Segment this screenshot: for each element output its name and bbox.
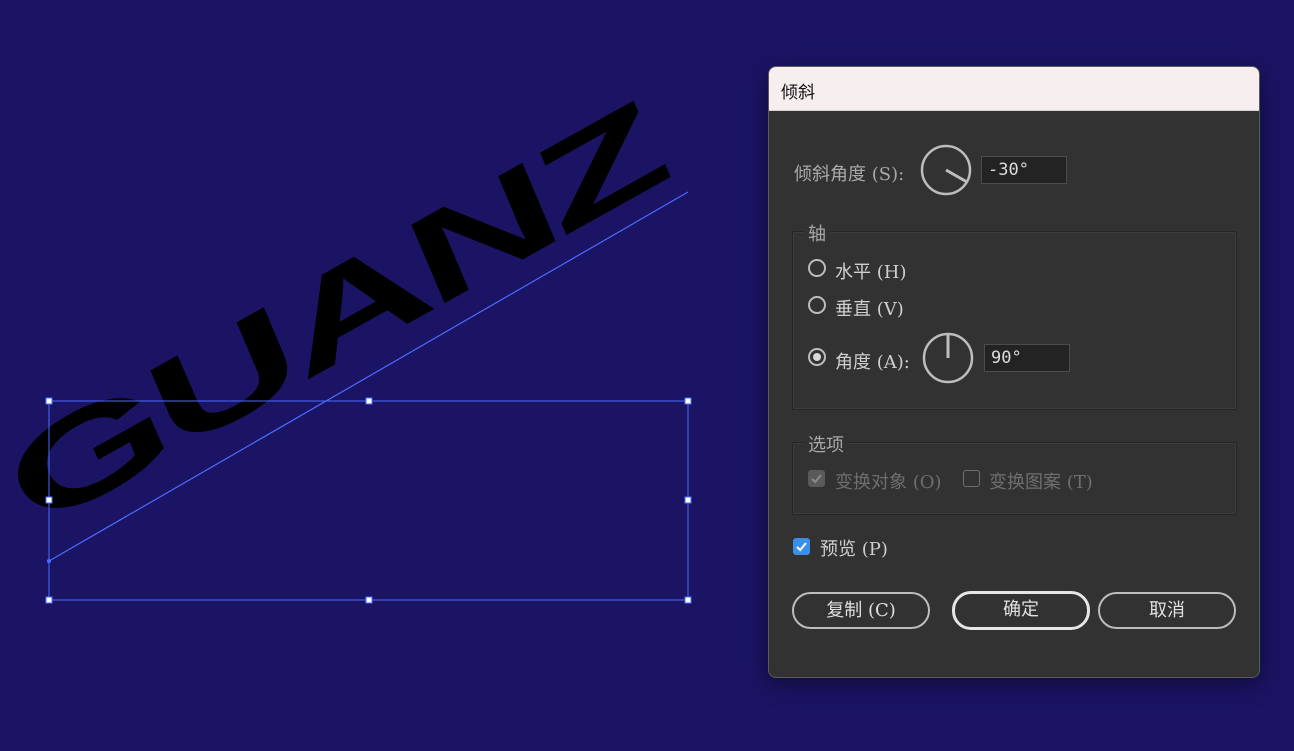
baseline-anchor-point xyxy=(47,559,51,563)
options-group-legend: 选项 xyxy=(804,431,848,457)
handle-middle-right xyxy=(684,496,692,504)
sheared-text-object[interactable]: GUANZ xyxy=(0,80,711,548)
transform-patterns-checkbox[interactable] xyxy=(963,470,980,487)
axis-angle-radio[interactable] xyxy=(808,348,826,366)
ok-button[interactable]: 确定 xyxy=(952,591,1090,630)
preview-checkbox[interactable] xyxy=(793,538,810,555)
handle-bottom-right xyxy=(684,596,692,604)
artwork-text: GUANZ xyxy=(0,80,711,548)
artwork[interactable]: GUANZ xyxy=(0,0,760,751)
handle-bottom-left xyxy=(45,596,53,604)
transform-objects-checkbox[interactable] xyxy=(808,470,825,487)
handle-middle-left xyxy=(45,496,53,504)
axis-vertical-label[interactable]: 垂直 (V) xyxy=(835,295,904,321)
axis-horizontal-label[interactable]: 水平 (H) xyxy=(835,258,906,284)
handle-top-middle xyxy=(365,397,373,405)
copy-button[interactable]: 复制 (C) xyxy=(792,592,930,629)
checkmark-icon xyxy=(811,474,822,484)
axis-group-legend: 轴 xyxy=(804,220,830,246)
shear-angle-dial[interactable] xyxy=(920,144,972,196)
axis-angle-label[interactable]: 角度 (A): xyxy=(835,348,910,374)
axis-angle-dial[interactable] xyxy=(922,332,974,384)
axis-vertical-radio[interactable] xyxy=(808,296,826,314)
dialog-titlebar[interactable]: 倾斜 xyxy=(769,67,1259,111)
preview-label[interactable]: 预览 (P) xyxy=(820,535,888,561)
axis-angle-input[interactable]: 90° xyxy=(984,344,1070,372)
shear-angle-input[interactable]: -30° xyxy=(981,156,1067,184)
cancel-button[interactable]: 取消 xyxy=(1098,592,1236,629)
checkmark-icon xyxy=(796,542,807,552)
handle-top-left xyxy=(45,397,53,405)
shear-angle-label: 倾斜角度 (S): xyxy=(794,164,905,185)
axis-horizontal-radio[interactable] xyxy=(808,259,826,277)
transform-patterns-label: 变换图案 (T) xyxy=(989,472,1093,493)
handle-bottom-middle xyxy=(365,596,373,604)
transform-objects-label: 变换对象 (O) xyxy=(835,472,942,493)
shear-dialog: 倾斜 倾斜角度 (S): -30° 轴 水平 (H) 垂直 (V) 角度 (A)… xyxy=(768,66,1260,678)
dialog-title: 倾斜 xyxy=(781,83,815,103)
handle-top-right xyxy=(684,397,692,405)
